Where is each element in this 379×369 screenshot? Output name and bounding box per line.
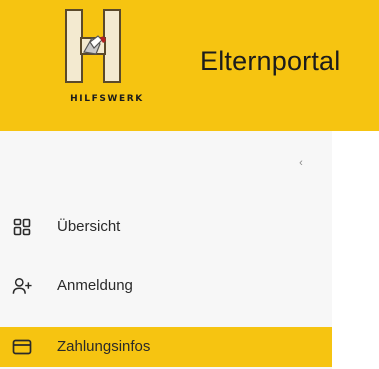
logo-wordmark: HILFSWERK: [70, 94, 144, 104]
logo-h-icon: [65, 9, 121, 83]
sidebar-item-label: Übersicht: [57, 218, 121, 235]
user-add-icon: [12, 276, 32, 296]
sidebar-item-uebersicht[interactable]: Übersicht: [0, 207, 332, 247]
main-content: [332, 131, 379, 369]
chevron-left-icon[interactable]: ‹: [294, 156, 308, 170]
hilfswerk-logo[interactable]: HILFSWERK: [47, 0, 167, 118]
sidebar-item-zahlungsinfos[interactable]: Zahlungsinfos: [0, 327, 332, 367]
sidebar-item-anmeldung[interactable]: Anmeldung: [0, 266, 332, 306]
credit-card-icon: [12, 337, 32, 357]
app-title: Elternportal: [200, 46, 341, 76]
grid-icon: [12, 217, 32, 237]
sidebar-item-label: Anmeldung: [57, 277, 133, 294]
sidebar-item-label: Zahlungsinfos: [57, 338, 151, 355]
app-header: HILFSWERK Elternportal: [0, 0, 379, 131]
